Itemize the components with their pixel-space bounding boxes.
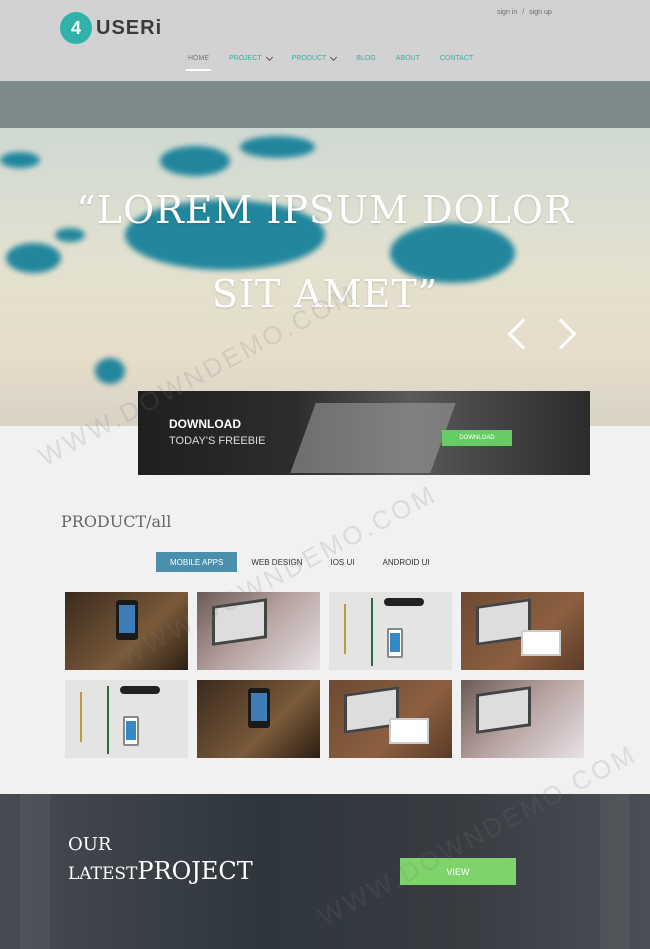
- building-column: [600, 794, 630, 949]
- phone-image: [115, 600, 138, 640]
- download-button[interactable]: DOWNLOAD: [442, 430, 512, 446]
- tablet-image: [521, 630, 561, 656]
- nav-blog[interactable]: BLOG: [356, 55, 375, 62]
- chevron-down-icon: [330, 53, 338, 61]
- laptop-image: [476, 686, 531, 734]
- product-tile-laptop-and-tablet[interactable]: [329, 680, 452, 758]
- banner-title: DOWNLOAD: [169, 417, 241, 431]
- filter-mobile-apps[interactable]: MOBILE APPS: [156, 552, 238, 572]
- nav-about[interactable]: ABOUT: [396, 55, 420, 62]
- hero-title-line2: SIT AMET”: [211, 272, 439, 316]
- nav-project[interactable]: PROJECT: [229, 53, 273, 62]
- phone-image: [247, 688, 270, 728]
- pen-image: [344, 604, 346, 654]
- nav-home-label: HOME: [188, 55, 209, 62]
- download-banner: DOWNLOAD TODAY'S FREEBIE DOWNLOAD: [138, 391, 590, 475]
- nav-contact-label: CONTACT: [439, 55, 474, 62]
- glasses-image: [384, 598, 424, 606]
- product-tile-glasses-and-phone[interactable]: [65, 680, 188, 758]
- project-title-big: PROJECT: [137, 857, 253, 885]
- nav-contact[interactable]: CONTACT: [440, 55, 473, 62]
- signup-link[interactable]: sign up: [529, 9, 552, 16]
- filter-ios-ui[interactable]: IOS UI: [316, 552, 368, 572]
- nav-blog-label: BLOG: [356, 55, 376, 62]
- hero-slider: “LOREM IPSUM DOLOR SIT AMET”: [0, 128, 650, 426]
- product-section-title: PRODUCT/all: [61, 512, 172, 531]
- product-tile-laptop-typing[interactable]: [197, 592, 320, 670]
- project-title-line1: OUR: [68, 834, 112, 855]
- project-title-small: LATEST: [68, 864, 138, 884]
- nav-about-label: ABOUT: [395, 55, 420, 62]
- signin-link[interactable]: sign in: [497, 9, 517, 16]
- product-tile-glasses-and-phone[interactable]: [329, 592, 452, 670]
- logo-text: USERi: [96, 16, 163, 39]
- view-button[interactable]: VIEW: [400, 858, 516, 885]
- phone-image: [123, 716, 139, 746]
- product-tile-phone-in-hand[interactable]: [65, 592, 188, 670]
- logo-badge: 4: [60, 12, 92, 44]
- product-tile-phone-in-hand[interactable]: [197, 680, 320, 758]
- hero-title-line1: “LOREM IPSUM DOLOR: [76, 188, 574, 232]
- product-filters: MOBILE APPS WEB DESIGN IOS UI ANDROID UI: [156, 552, 444, 572]
- header-band: [0, 81, 650, 128]
- cloud-shape: [240, 136, 315, 158]
- nav-home[interactable]: HOME: [186, 55, 211, 71]
- auth-links: sign in / sign up: [497, 9, 552, 16]
- nav-product[interactable]: PRODUCT: [291, 53, 338, 62]
- notebook-image: [107, 686, 109, 754]
- laptop-image: [212, 598, 267, 646]
- product-tile-laptop-and-tablet[interactable]: [461, 592, 584, 670]
- banner-book-image: [290, 403, 456, 473]
- nav-project-label: PROJECT: [229, 55, 262, 62]
- nav-product-label: PRODUCT: [291, 55, 327, 62]
- tablet-image: [389, 718, 429, 744]
- site-header: 4 USERi sign in / sign up HOME PROJECT P…: [0, 0, 650, 81]
- chevron-down-icon: [265, 53, 273, 61]
- product-tile-laptop-typing[interactable]: [461, 680, 584, 758]
- main-nav: HOME PROJECT PRODUCT BLOG ABOUT CONTACT: [186, 53, 493, 71]
- banner-subtitle: TODAY'S FREEBIE: [169, 435, 266, 447]
- filter-web-design[interactable]: WEB DESIGN: [237, 552, 316, 572]
- project-title-line2: LATESTPROJECT: [68, 857, 253, 885]
- building-column: [20, 794, 50, 949]
- cloud-shape: [95, 358, 125, 384]
- auth-separator: /: [522, 9, 525, 16]
- phone-image: [387, 628, 403, 658]
- hero-title: “LOREM IPSUM DOLOR SIT AMET”: [0, 168, 650, 336]
- notebook-image: [371, 598, 373, 666]
- filter-android-ui[interactable]: ANDROID UI: [369, 552, 444, 572]
- product-grid: [65, 592, 584, 758]
- cloud-shape: [0, 152, 40, 168]
- glasses-image: [120, 686, 160, 694]
- pen-image: [80, 692, 82, 742]
- logo[interactable]: 4 USERi: [60, 12, 162, 44]
